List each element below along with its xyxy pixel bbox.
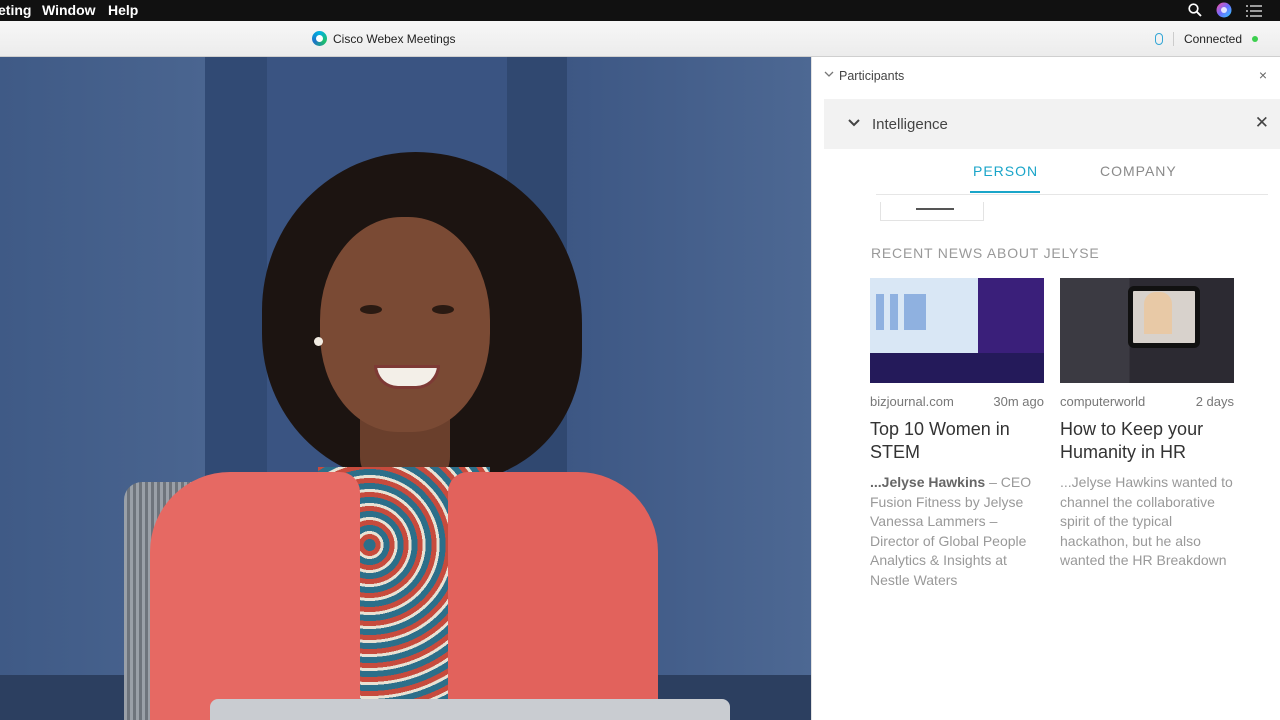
- person-eye: [360, 305, 382, 314]
- tab-person[interactable]: PERSON: [973, 163, 1038, 179]
- news-time: 30m ago: [993, 394, 1044, 409]
- person-eye: [432, 305, 454, 314]
- cardigan-left: [150, 472, 360, 720]
- close-icon[interactable]: ×: [1259, 67, 1267, 83]
- snippet-text: – CEO Fusion Fitness by Jelyse Vanessa L…: [870, 474, 1032, 588]
- menu-window[interactable]: Window: [42, 2, 96, 18]
- close-icon[interactable]: ✕: [1255, 113, 1269, 133]
- menu-help[interactable]: Help: [108, 2, 138, 18]
- connection-status-text: Connected: [1183, 32, 1242, 46]
- news-time: 2 days: [1195, 394, 1234, 409]
- menu-status-icons: [1188, 2, 1262, 21]
- intelligence-tabs: PERSON COMPANY: [876, 157, 1268, 195]
- news-thumbnail[interactable]: [870, 278, 1044, 383]
- participants-label: Participants: [839, 69, 905, 83]
- menu-meeting[interactable]: eting: [0, 2, 31, 18]
- connection-status: Connected: [1154, 32, 1258, 46]
- news-snippet: ...Jelyse Hawkins – CEO Fusion Fitness b…: [870, 473, 1044, 590]
- notification-list-icon[interactable]: [1246, 4, 1262, 20]
- person-face: [320, 217, 490, 432]
- webex-logo-icon: [312, 31, 327, 46]
- participants-header[interactable]: Participants ×: [812, 57, 1280, 97]
- news-heading: RECENT NEWS ABOUT JELYSE: [871, 245, 1100, 261]
- chevron-down-icon[interactable]: [824, 70, 834, 81]
- news-meta: computerworld 2 days: [1060, 394, 1234, 409]
- snippet-name: ...Jelyse Hawkins: [870, 474, 986, 490]
- earring: [314, 337, 323, 346]
- tab-company[interactable]: COMPANY: [1100, 163, 1177, 179]
- divider: [1172, 32, 1174, 46]
- app-title: Cisco Webex Meetings: [312, 31, 456, 46]
- person-smile: [374, 365, 440, 389]
- intelligence-header[interactable]: Intelligence ✕: [824, 99, 1280, 149]
- news-source: computerworld: [1060, 394, 1146, 409]
- search-icon[interactable]: [1188, 3, 1202, 20]
- news-card[interactable]: bizjournal.com 30m ago Top 10 Women in S…: [870, 278, 1044, 590]
- news-thumbnail[interactable]: [1060, 278, 1234, 383]
- active-tab-indicator: [970, 191, 1040, 193]
- news-source: bizjournal.com: [870, 394, 954, 409]
- news-snippet: ...Jelyse Hawkins wanted to channel the …: [1060, 473, 1234, 571]
- laptop: [210, 699, 730, 720]
- news-meta: bizjournal.com 30m ago: [870, 394, 1044, 409]
- microphone-icon[interactable]: [1154, 33, 1163, 45]
- news-headline[interactable]: Top 10 Women in STEM: [870, 418, 1044, 464]
- side-panel: Participants × Intelligence ✕ PERSON COM…: [811, 57, 1280, 720]
- news-card[interactable]: computerworld 2 days How to Keep your Hu…: [1060, 278, 1234, 571]
- news-headline[interactable]: How to Keep your Humanity in HR: [1060, 418, 1234, 464]
- siri-icon[interactable]: [1216, 2, 1232, 21]
- chevron-down-icon[interactable]: [848, 116, 860, 130]
- connected-indicator: [1252, 36, 1258, 42]
- app-title-text: Cisco Webex Meetings: [333, 31, 456, 46]
- window-title-bar: Cisco Webex Meetings Connected: [0, 21, 1280, 57]
- cardigan-right: [448, 472, 658, 720]
- intelligence-label: Intelligence: [872, 116, 948, 133]
- profile-card-edge: [880, 202, 984, 221]
- snippet-text: ...Jelyse Hawkins wanted to channel the …: [1060, 474, 1233, 568]
- participant-video[interactable]: [0, 57, 811, 720]
- menu-bar: eting Window Help: [0, 0, 1280, 21]
